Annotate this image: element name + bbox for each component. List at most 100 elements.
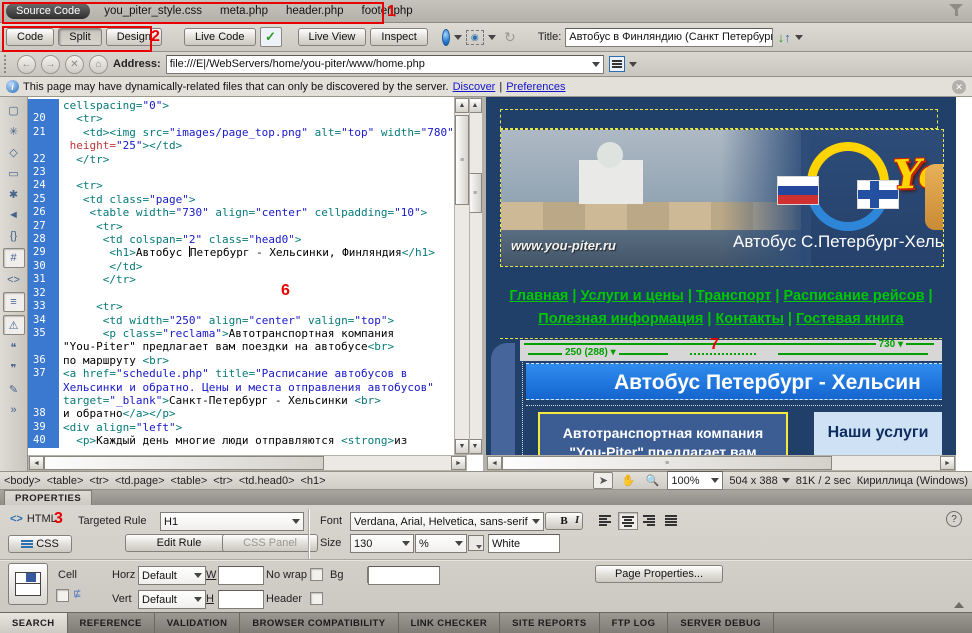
discover-link[interactable]: Discover <box>453 81 496 93</box>
horz-select[interactable]: Default <box>138 566 206 585</box>
align-justify-icon[interactable] <box>662 512 680 528</box>
select-parent-tag-icon[interactable]: ◄ <box>4 206 24 224</box>
vert-select[interactable]: Default <box>138 590 206 609</box>
preferences-link[interactable]: Preferences <box>506 81 565 93</box>
column-width-label-250[interactable]: 250 (288) ▾ <box>562 348 619 358</box>
tag-selector-item[interactable]: <table> <box>47 475 84 487</box>
apply-comment-icon[interactable]: ❝ <box>4 338 24 356</box>
css-panel-button[interactable]: CSS Panel <box>222 534 318 552</box>
targeted-rule-select[interactable]: H1 <box>160 512 304 531</box>
scroll-up-icon[interactable]: ▲ <box>468 98 482 113</box>
design-scroll-up-icon[interactable]: ▲ <box>455 98 469 113</box>
window-size-select[interactable]: 504 x 388 <box>729 475 789 487</box>
design-nav-link[interactable]: Услуги и цены <box>580 288 683 304</box>
design-nav-link[interactable]: Транспорт <box>696 288 771 304</box>
design-vertical-scrollbar[interactable]: ▲ ≡ ▼ <box>454 97 470 455</box>
tag-selector-item[interactable]: <h1> <box>301 475 326 487</box>
file-management-icon[interactable]: ↓↑ <box>777 28 803 46</box>
results-tab-reference[interactable]: REFERENCE <box>68 613 155 633</box>
code-view-button[interactable]: Code <box>6 28 54 46</box>
table-width-bar[interactable]: 730 ▾ 250 (288) ▾ <box>520 340 942 361</box>
live-code-button[interactable]: Live Code <box>184 28 256 46</box>
text-color-input[interactable]: White <box>488 534 560 553</box>
filter-related-files-icon[interactable] <box>948 4 964 18</box>
no-wrap-checkbox[interactable] <box>310 568 323 581</box>
design-empty-table-row[interactable] <box>500 109 938 129</box>
design-scroll-right-icon[interactable]: ► <box>940 456 955 470</box>
design-scroll-left-icon[interactable]: ◄ <box>487 456 502 470</box>
toolbar-grip[interactable] <box>4 55 10 73</box>
size-select[interactable]: 130 <box>350 534 414 553</box>
design-nav-link[interactable]: Полезная информация <box>538 311 703 327</box>
results-tab-validation[interactable]: VALIDATION <box>155 613 241 633</box>
design-nav-link[interactable]: Гостевая книга <box>796 311 904 327</box>
select-tool-icon[interactable]: ➤ <box>593 472 613 489</box>
address-list-icon[interactable] <box>609 55 637 73</box>
line-numbers-icon[interactable]: # <box>3 248 25 268</box>
align-right-icon[interactable] <box>640 512 658 528</box>
code-navigator-icon[interactable]: ✳ <box>4 122 24 140</box>
code-horizontal-scrollbar[interactable]: ◄ ► <box>28 455 467 471</box>
address-input[interactable]: file:///E|/WebServers/home/you-piter/www… <box>166 55 604 74</box>
preview-in-browser-icon[interactable] <box>442 28 462 46</box>
results-tab-browser-compatibility[interactable]: BROWSER COMPATIBILITY <box>240 613 398 633</box>
collapse-chevron-icon[interactable]: » <box>4 401 24 419</box>
address-dropdown-icon[interactable] <box>592 62 600 67</box>
collapse-panel-icon[interactable] <box>954 602 964 608</box>
visual-aids-icon[interactable]: ◉ <box>466 28 496 46</box>
scroll-down-icon[interactable]: ▼ <box>468 439 482 454</box>
design-header-banner[interactable]: www.you-piter.ru You-Piter Автобус С.Пет… <box>500 129 944 267</box>
tag-selector-item[interactable]: <tr> <box>89 475 109 487</box>
unit-select[interactable]: % <box>415 534 467 553</box>
word-wrap-icon[interactable]: ≡ <box>3 292 25 312</box>
design-scroll-down-icon[interactable]: ▼ <box>455 439 469 454</box>
align-center-icon[interactable] <box>618 512 638 530</box>
reclama-box[interactable]: Автотранспортная компания "You-Piter" пр… <box>538 412 788 456</box>
scroll-right-icon[interactable]: ► <box>451 456 466 470</box>
tag-selector-item[interactable]: <body> <box>4 475 41 487</box>
split-view-button[interactable]: Split <box>58 28 101 46</box>
format-source-code-icon[interactable]: ✎ <box>4 380 24 398</box>
h-input[interactable] <box>218 590 264 609</box>
column-width-line-right[interactable] <box>778 353 928 355</box>
infobar-close-icon[interactable]: ✕ <box>952 80 966 94</box>
check-browser-compatibility-icon[interactable]: ✓ <box>260 27 282 47</box>
header-checkbox[interactable] <box>310 592 323 605</box>
design-nav-link[interactable]: Расписание рейсов <box>783 288 924 304</box>
code-editor[interactable]: cellspacing="0">20 <tr>21 <td><img src="… <box>28 97 467 455</box>
refresh-design-view-icon[interactable]: ↻ <box>500 28 520 46</box>
design-nav-link[interactable]: Главная <box>509 288 568 304</box>
stop-button[interactable]: ✕ <box>65 55 84 74</box>
related-file[interactable]: meta.php <box>220 5 268 17</box>
back-button[interactable]: ← <box>17 55 36 74</box>
table-width-label-730[interactable]: 730 ▾ <box>876 340 907 350</box>
syntax-error-alerts-icon[interactable]: ⚠ <box>3 315 25 335</box>
design-scroll-thumb[interactable]: ≡ <box>455 115 469 205</box>
inspect-button[interactable]: Inspect <box>370 28 427 46</box>
tag-selector-item[interactable]: <tr> <box>213 475 233 487</box>
design-hscroll-thumb[interactable]: ≡ <box>502 456 832 470</box>
magnification-select[interactable]: 100% <box>667 471 723 490</box>
hand-tool-icon[interactable]: ✋ <box>619 473 637 488</box>
properties-tab[interactable]: PROPERTIES <box>4 490 92 506</box>
tag-selector-item[interactable]: <td.page> <box>115 475 165 487</box>
scroll-left-icon[interactable]: ◄ <box>29 456 44 470</box>
live-view-button[interactable]: Live View <box>298 28 367 46</box>
balance-braces-icon[interactable]: {} <box>4 227 24 245</box>
results-tab-ftp-log[interactable]: FTP LOG <box>600 613 669 633</box>
services-box[interactable]: Наши услуги <box>814 412 942 456</box>
table-width-line-730[interactable] <box>524 343 934 345</box>
code-scroll-thumb[interactable]: ≡ <box>468 173 482 213</box>
css-mode-button[interactable]: CSS <box>8 535 72 553</box>
html-mode-button[interactable]: <> HTML <box>10 513 57 525</box>
align-left-icon[interactable] <box>596 512 614 528</box>
merge-cells-icon[interactable] <box>56 589 69 602</box>
edit-rule-button[interactable]: Edit Rule <box>125 534 233 552</box>
w-input[interactable] <box>218 566 264 585</box>
split-cell-icon[interactable]: ⋢ <box>73 589 81 602</box>
tag-selector-item[interactable]: <td.head0> <box>239 475 295 487</box>
help-icon[interactable]: ? <box>946 511 962 527</box>
code-hscroll-thumb[interactable] <box>44 456 324 470</box>
results-tab-site-reports[interactable]: SITE REPORTS <box>500 613 599 633</box>
results-tab-search[interactable]: SEARCH <box>0 613 68 633</box>
